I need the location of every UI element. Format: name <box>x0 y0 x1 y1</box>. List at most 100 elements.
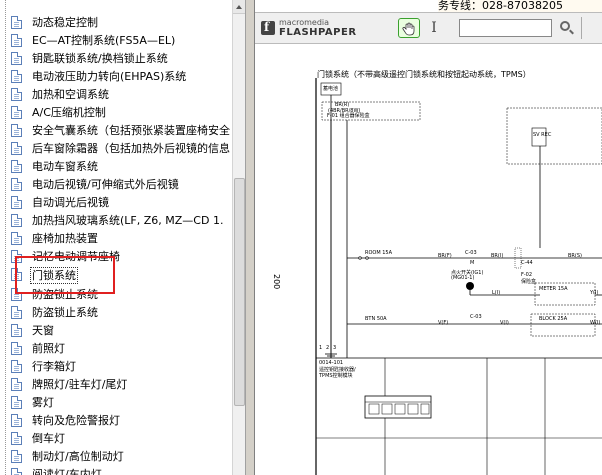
tree-item[interactable]: 自动调光后视镜 <box>0 194 232 212</box>
wire-label: BR(S) <box>568 253 582 259</box>
tree-scrollbar[interactable] <box>232 0 246 475</box>
document-icon <box>11 378 22 391</box>
hand-tool-button[interactable] <box>398 18 420 38</box>
tree-item[interactable]: 电动后视镜/可伸缩式外后视镜 <box>0 176 232 194</box>
tree-item-label: 牌照灯/驻车灯/尾灯 <box>32 378 128 391</box>
document-icon <box>11 70 22 83</box>
document-icon <box>11 468 22 475</box>
tree-item-label: 后车窗除霜器（包括加热外后视镜的信息 <box>32 142 230 155</box>
pin-number: 2 <box>326 345 330 351</box>
document-icon <box>11 52 22 65</box>
tree-item[interactable]: 钥匙联锁系统/换档锁止系统 <box>0 50 232 68</box>
tree-item[interactable]: 加热和空调系统 <box>0 86 232 104</box>
wire-label: BR(F) <box>438 253 452 259</box>
tree-item-label: 座椅加热装置 <box>32 232 98 245</box>
tree-item-label: 制动灯/高位制动灯 <box>32 450 124 463</box>
fuse-box-label: 保险盒 <box>521 279 537 285</box>
connector-label: C-03 <box>470 314 482 320</box>
wire-label: L(I) <box>492 290 501 296</box>
wire-label: V(F) <box>438 320 449 326</box>
text-select-tool-button[interactable]: I <box>427 18 441 38</box>
pin-label: M <box>470 260 475 266</box>
fuse-label: BLOCK 25A <box>539 316 568 322</box>
document-icon <box>11 342 22 355</box>
tree-item[interactable]: EC—AT控制系统(FS5A—EL) <box>0 32 232 50</box>
tree-item[interactable]: 阅读灯/车内灯 <box>0 466 232 475</box>
document-icon <box>11 196 22 209</box>
wire-label: Y(I) <box>590 290 599 296</box>
tree-item[interactable]: 加热挡风玻璃系统(LF, Z6, MZ—CD 1. <box>0 212 232 230</box>
tree-item[interactable]: 行李箱灯 <box>0 358 232 376</box>
tree-item[interactable]: 座椅加热装置 <box>0 230 232 248</box>
document-icon <box>11 34 22 47</box>
tree-item-label: 加热挡风玻璃系统(LF, Z6, MZ—CD 1. <box>32 214 224 227</box>
document-icon <box>11 324 22 337</box>
tree-item-label: 行李箱灯 <box>32 360 76 373</box>
switch-label: (MG01-1) <box>451 275 475 281</box>
tree-item[interactable]: 动态稳定控制 <box>0 14 232 32</box>
document-icon <box>11 360 22 373</box>
tree-item-label: 电动车窗系统 <box>32 160 98 173</box>
tree-item-label: 电动液压助力转向(EHPAS)系统 <box>32 70 187 83</box>
document-icon <box>11 306 22 319</box>
tree-item[interactable]: 天窗 <box>0 322 232 340</box>
tree-item[interactable]: 安全气囊系统（包括预张紧装置座椅安全 <box>0 122 232 140</box>
scroll-thumb[interactable] <box>234 178 245 406</box>
connector-label: C-03 <box>465 250 477 256</box>
tree-item[interactable]: 后车窗除霜器（包括加热外后视镜的信息 <box>0 140 232 158</box>
tree-item-label: 防盗锁止系统 <box>32 306 98 319</box>
search-input[interactable] <box>459 19 552 37</box>
tree-item[interactable]: 牌照灯/驻车灯/尾灯 <box>0 376 232 394</box>
tree-item-label: 动态稳定控制 <box>32 16 98 29</box>
tree-item[interactable]: 转向及危险警报灯 <box>0 412 232 430</box>
flashpaper-viewer: 务专线：028-87038205 macromedia FLASHPAPER I… <box>255 0 602 475</box>
panel-splitter[interactable] <box>245 0 255 475</box>
tree-item-label: 天窗 <box>32 324 54 337</box>
tree-item-label: 自动调光后视镜 <box>32 196 109 209</box>
wire-label: W(I) <box>590 320 601 326</box>
tree-item-label: 钥匙联锁系统/换档锁止系统 <box>32 52 168 65</box>
tree-item[interactable]: 电动液压助力转向(EHPAS)系统 <box>0 68 232 86</box>
document-icon <box>11 106 22 119</box>
tree-item-label: 转向及危险警报灯 <box>32 414 120 427</box>
fuse-label: METER 15A <box>539 286 568 292</box>
tree-item[interactable]: 倒车灯 <box>0 430 232 448</box>
logo-brand: macromedia <box>279 18 330 27</box>
document-icon <box>11 450 22 463</box>
document-icon <box>11 16 22 29</box>
document-icon <box>11 160 22 173</box>
document-icon <box>11 432 22 445</box>
connector-label: F-01 组合器保险盒 <box>327 113 370 119</box>
fuse-box-label: 蓄电池 <box>323 86 339 92</box>
document-icon <box>11 142 22 155</box>
tree-item[interactable]: 电动车窗系统 <box>0 158 232 176</box>
tree-item-label: 电动后视镜/可伸缩式外后视镜 <box>32 178 179 191</box>
tree-item[interactable]: 制动灯/高位制动灯 <box>0 448 232 466</box>
viewer-toolbar: macromedia FLASHPAPER I <box>255 12 602 44</box>
module-label: SV REC <box>533 132 552 138</box>
hotline-text: 务专线：028-87038205 <box>438 0 602 12</box>
tree-item-label: 加热和空调系统 <box>32 88 109 101</box>
document-icon <box>11 396 22 409</box>
document-icon <box>11 88 22 101</box>
connector-label: C-44 <box>521 260 533 266</box>
document-icon <box>11 232 22 245</box>
wire-label: BR(I) <box>491 253 504 259</box>
logo-product: FLASHPAPER <box>279 27 357 38</box>
hand-icon <box>402 22 415 36</box>
tree-item-label: 倒车灯 <box>32 432 65 445</box>
toolbar-separator <box>581 17 582 39</box>
tree-item-label: 前照灯 <box>32 342 65 355</box>
tree-item-label: 阅读灯/车内灯 <box>32 468 102 475</box>
tree-item-label: A/C压缩机控制 <box>32 106 106 119</box>
tree-item[interactable]: A/C压缩机控制 <box>0 104 232 122</box>
document-tree: 动态稳定控制 EC—AT控制系统(FS5A—EL) 钥匙联锁系统/换档锁止系统 … <box>0 0 232 475</box>
annotation-highlight-box <box>15 256 115 294</box>
tree-item[interactable]: 雾灯 <box>0 394 232 412</box>
pin-number: 1 <box>319 345 323 351</box>
module-name: TPMS控制模块 <box>319 373 353 379</box>
search-icon[interactable] <box>560 21 570 31</box>
tree-item[interactable]: 防盗锁止系统 <box>0 304 232 322</box>
tree-item[interactable]: 前照灯 <box>0 340 232 358</box>
document-icon <box>11 178 22 191</box>
